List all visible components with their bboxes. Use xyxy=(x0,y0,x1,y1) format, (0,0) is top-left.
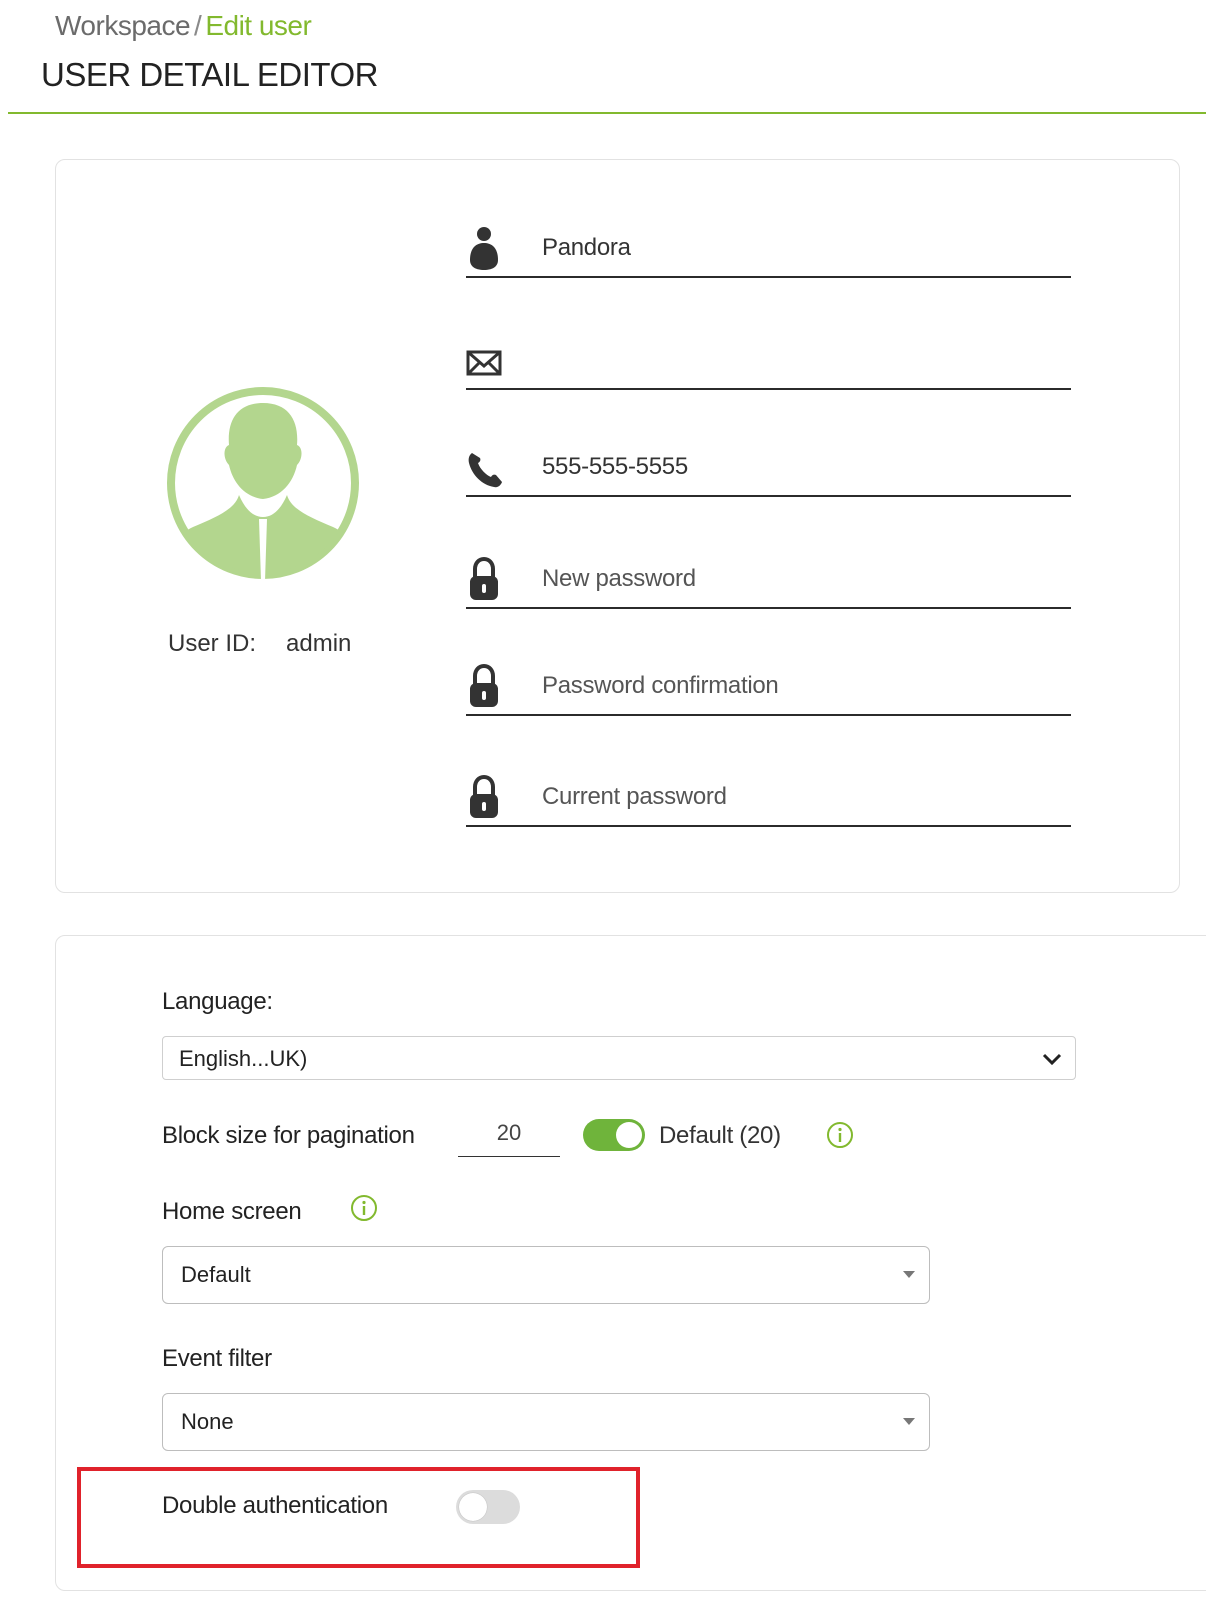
phone-value: 555-555-5555 xyxy=(542,453,688,480)
lock-icon xyxy=(470,557,498,600)
new-password-placeholder: New password xyxy=(542,565,696,592)
info-icon[interactable] xyxy=(350,1194,378,1222)
breadcrumb-separator: / xyxy=(194,10,202,41)
highlight-box xyxy=(77,1467,640,1568)
event-filter-value: None xyxy=(181,1409,234,1434)
home-screen-select[interactable]: Default xyxy=(162,1246,930,1304)
lock-icon xyxy=(470,664,498,707)
breadcrumb: Workspace / Edit user xyxy=(55,10,312,42)
user-id-label: User ID: xyxy=(168,630,257,657)
current-password-placeholder: Current password xyxy=(542,783,727,810)
home-screen-label: Home screen xyxy=(162,1198,302,1225)
new-password-field[interactable]: New password xyxy=(466,549,1071,609)
language-select[interactable]: English...UK) xyxy=(162,1036,1076,1080)
pagination-input[interactable]: 20 xyxy=(458,1110,560,1157)
pagination-label: Block size for pagination xyxy=(162,1122,415,1149)
phone-field[interactable]: 555-555-5555 xyxy=(466,437,1071,497)
fullname-value: Pandora xyxy=(542,234,631,261)
pagination-default-toggle[interactable] xyxy=(583,1119,645,1151)
phone-icon xyxy=(468,453,502,488)
breadcrumb-workspace-link[interactable]: Workspace xyxy=(55,10,191,41)
user-avatar-icon[interactable] xyxy=(165,385,361,581)
chevron-down-icon xyxy=(1042,1053,1062,1066)
envelope-icon xyxy=(466,350,502,376)
event-filter-label: Event filter xyxy=(162,1345,272,1372)
language-label: Language: xyxy=(162,988,273,1015)
current-password-field[interactable]: Current password xyxy=(466,767,1071,827)
info-icon[interactable] xyxy=(826,1121,854,1149)
event-filter-select[interactable]: None xyxy=(162,1393,930,1451)
breadcrumb-current[interactable]: Edit user xyxy=(205,10,312,41)
password-confirmation-field[interactable]: Password confirmation xyxy=(466,656,1071,716)
lock-icon xyxy=(470,775,498,818)
toggle-knob xyxy=(616,1122,642,1148)
password-confirmation-placeholder: Password confirmation xyxy=(542,672,779,699)
pagination-value: 20 xyxy=(496,1120,522,1145)
email-field[interactable] xyxy=(466,330,1071,390)
caret-down-icon xyxy=(903,1418,915,1425)
pagination-default-label: Default (20) xyxy=(659,1122,781,1149)
home-screen-value: Default xyxy=(181,1262,251,1287)
caret-down-icon xyxy=(903,1271,915,1278)
header-divider xyxy=(8,112,1206,114)
fullname-field[interactable]: Pandora xyxy=(466,218,1071,278)
user-id-value: admin xyxy=(286,630,352,657)
user-icon xyxy=(470,227,498,270)
language-value: English...UK) xyxy=(179,1046,308,1071)
page-title: USER DETAIL EDITOR xyxy=(41,56,378,93)
